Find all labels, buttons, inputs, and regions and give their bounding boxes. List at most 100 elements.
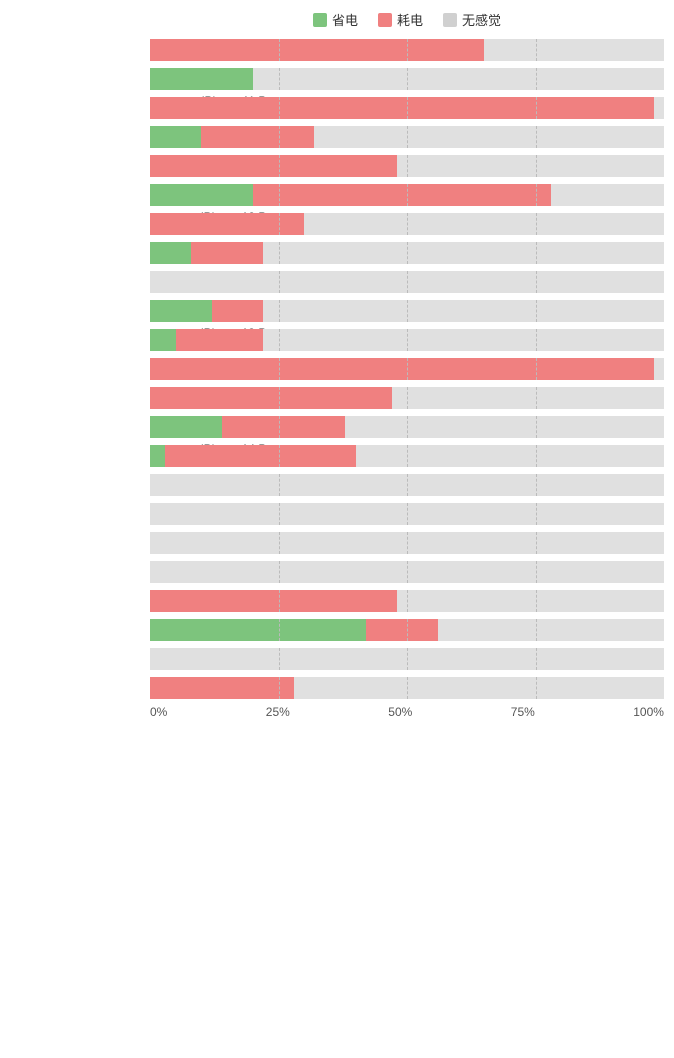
bar-segment-pink bbox=[191, 242, 263, 264]
grid-line bbox=[407, 97, 408, 119]
bar-segment-green bbox=[150, 126, 201, 148]
grid-line bbox=[407, 474, 408, 496]
grid-line bbox=[407, 126, 408, 148]
legend-label-pink: 耗电 bbox=[397, 10, 423, 29]
bar-track bbox=[150, 329, 664, 351]
bars-wrapper: iPhone 11iPhone 11 ProiPhone 11 ProMaxiP… bbox=[150, 37, 664, 701]
legend-item-pink: 耗电 bbox=[378, 10, 423, 29]
bar-track bbox=[150, 445, 664, 467]
bar-segment-green bbox=[150, 619, 366, 641]
grid-line bbox=[279, 387, 280, 409]
grid-line bbox=[407, 619, 408, 641]
grid-line bbox=[279, 68, 280, 90]
grid-line bbox=[536, 97, 537, 119]
bar-row: iPhone 14 Plus bbox=[150, 385, 664, 411]
bar-row: iPhone 8 Plus bbox=[150, 501, 664, 527]
grid-line bbox=[407, 416, 408, 438]
x-axis: 0% 25% 50% 75% 100% bbox=[150, 705, 664, 719]
grid-line bbox=[407, 503, 408, 525]
bar-row: iPhone 14 Pro bbox=[150, 414, 664, 440]
grid-line bbox=[279, 677, 280, 699]
grid-line bbox=[279, 619, 280, 641]
bar-track bbox=[150, 242, 664, 264]
grid-line bbox=[407, 532, 408, 554]
bar-track bbox=[150, 619, 664, 641]
grid-line bbox=[536, 416, 537, 438]
bar-row: iPhone 12 Pro bbox=[150, 182, 664, 208]
bar-row: iPhone 12 ProMax bbox=[150, 211, 664, 237]
bar-segment-pink bbox=[150, 387, 392, 409]
bar-segment-pink bbox=[150, 97, 654, 119]
bar-segment-pink bbox=[212, 300, 263, 322]
grid-line bbox=[407, 387, 408, 409]
bar-segment-pink bbox=[201, 126, 314, 148]
grid-line bbox=[536, 329, 537, 351]
grid-line bbox=[279, 271, 280, 293]
bar-track bbox=[150, 358, 664, 380]
bar-row: iPhone SE 第2代 bbox=[150, 530, 664, 556]
grid-line bbox=[536, 242, 537, 264]
grid-line bbox=[279, 532, 280, 554]
grid-line bbox=[279, 155, 280, 177]
bar-track bbox=[150, 271, 664, 293]
bar-row: iPhone 14 ProMax bbox=[150, 443, 664, 469]
grid-line bbox=[279, 300, 280, 322]
grid-line bbox=[536, 155, 537, 177]
bar-track bbox=[150, 648, 664, 670]
grid-line bbox=[536, 358, 537, 380]
grid-line bbox=[279, 184, 280, 206]
bar-segment-green bbox=[150, 184, 253, 206]
bar-row: iPhone 11 ProMax bbox=[150, 95, 664, 121]
bar-row: iPhone 8 bbox=[150, 472, 664, 498]
grid-line bbox=[407, 445, 408, 467]
bar-track bbox=[150, 474, 664, 496]
x-label-75: 75% bbox=[511, 705, 535, 719]
bar-segment-green bbox=[150, 300, 212, 322]
bar-row: iPhone XS Max bbox=[150, 675, 664, 701]
bar-segment-pink bbox=[150, 213, 304, 235]
bar-track bbox=[150, 68, 664, 90]
legend-dot-gray bbox=[443, 13, 457, 27]
grid-line bbox=[407, 184, 408, 206]
bar-track bbox=[150, 590, 664, 612]
grid-line bbox=[407, 561, 408, 583]
grid-line bbox=[407, 677, 408, 699]
bar-track bbox=[150, 184, 664, 206]
grid-line bbox=[407, 242, 408, 264]
grid-line bbox=[536, 619, 537, 641]
grid-line bbox=[536, 271, 537, 293]
grid-line bbox=[536, 590, 537, 612]
grid-line bbox=[536, 39, 537, 61]
bar-segment-pink bbox=[150, 677, 294, 699]
bar-track bbox=[150, 126, 664, 148]
grid-line bbox=[407, 39, 408, 61]
bar-row: iPhone 12 bbox=[150, 124, 664, 150]
legend-label-green: 省电 bbox=[332, 10, 358, 29]
bar-row: iPhone 14 bbox=[150, 356, 664, 382]
bar-segment-pink bbox=[150, 155, 397, 177]
grid-line bbox=[536, 474, 537, 496]
grid-line bbox=[407, 358, 408, 380]
grid-line bbox=[536, 677, 537, 699]
bar-row: iPhone 12 mini bbox=[150, 153, 664, 179]
grid-line bbox=[279, 329, 280, 351]
grid-line bbox=[536, 213, 537, 235]
grid-line bbox=[536, 503, 537, 525]
bar-segment-pink bbox=[222, 416, 345, 438]
bar-track bbox=[150, 561, 664, 583]
bar-segment-pink bbox=[366, 619, 438, 641]
legend-item-green: 省电 bbox=[313, 10, 358, 29]
grid-line bbox=[536, 300, 537, 322]
bar-segment-green bbox=[150, 68, 253, 90]
bar-segment-pink bbox=[165, 445, 355, 467]
bar-row: iPhone 13 mini bbox=[150, 269, 664, 295]
grid-line bbox=[407, 590, 408, 612]
bar-segment-green bbox=[150, 329, 176, 351]
bar-track bbox=[150, 39, 664, 61]
grid-line bbox=[279, 416, 280, 438]
bar-row: iPhone 13 ProMax bbox=[150, 327, 664, 353]
grid-line bbox=[536, 184, 537, 206]
grid-line bbox=[279, 97, 280, 119]
grid-line bbox=[536, 648, 537, 670]
grid-line bbox=[279, 213, 280, 235]
